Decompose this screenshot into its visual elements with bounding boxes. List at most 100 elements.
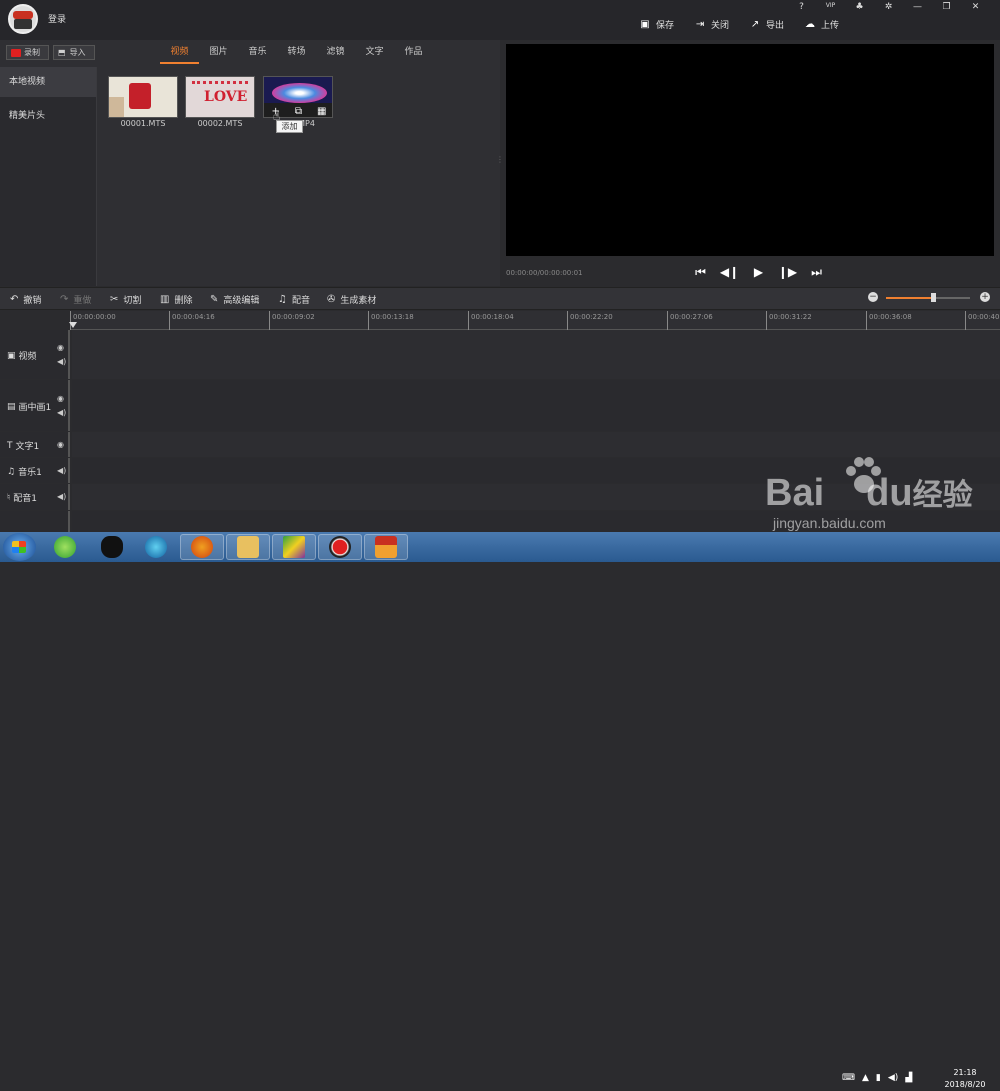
track-name: 视频 <box>18 352 37 362</box>
start-button[interactable] <box>3 533 36 561</box>
ruler-tick: 00:00:18:04 <box>468 311 514 330</box>
taskbar-app-qq[interactable] <box>90 534 134 560</box>
taskbar-app-firefox[interactable] <box>180 534 224 560</box>
network-icon[interactable]: ▟ <box>905 1073 912 1083</box>
zoom-fill <box>886 297 934 299</box>
save-button[interactable]: ▣ 保存 <box>640 18 674 31</box>
track-name: 配音1 <box>13 494 37 504</box>
step-forward-icon[interactable]: ❙▶ <box>773 265 802 280</box>
zoom-out-icon[interactable]: − <box>868 292 878 302</box>
volume-icon[interactable]: ◀) <box>57 492 66 501</box>
help-icon[interactable]: ? <box>787 2 816 14</box>
library-tabs: 视频 图片 音乐 转场 滤镜 文字 作品 <box>160 44 433 64</box>
eye-icon[interactable]: ◉ <box>57 343 64 352</box>
taskbar-app-editor[interactable] <box>364 534 408 560</box>
undo-label: 撤销 <box>23 296 42 306</box>
restore-icon[interactable]: ❐ <box>932 2 961 14</box>
app-window: 登录 ? VIP ♣ ✲ — ❐ ✕ ▣ 保存 ⇥ 关闭 ↗ 导出 ☁ 上传 录制 ⬒ 导… <box>0 0 1000 532</box>
cloud-upload-icon: ☁ <box>805 18 816 30</box>
media-thumb[interactable]: LOVE <box>185 76 255 118</box>
avatar[interactable] <box>8 4 38 34</box>
zoom-slider[interactable]: − + <box>868 292 990 304</box>
upload-button[interactable]: ☁ 上传 <box>805 18 839 31</box>
delete-icon[interactable]: ▦ <box>317 106 326 117</box>
battery-icon[interactable]: ▮ <box>876 1073 881 1083</box>
eye-icon[interactable]: ◉ <box>57 440 64 449</box>
sidebar-item-local-video[interactable]: 本地视频 <box>0 67 96 97</box>
zoom-in-icon[interactable]: + <box>980 292 990 302</box>
upload-label: 上传 <box>821 21 840 31</box>
system-tray: ⌨ ▲ ▮ ◀) ▟ <box>842 1073 912 1083</box>
splitter-handle[interactable]: ⋮ <box>496 155 504 164</box>
gear-icon[interactable]: ✲ <box>874 2 903 14</box>
delete-button[interactable]: ▥ 删除 <box>160 293 192 306</box>
save-icon: ▣ <box>640 18 650 30</box>
undo-button[interactable]: ↶ 撤销 <box>10 293 41 306</box>
taskbar-app-explorer[interactable] <box>226 534 270 560</box>
play-icon[interactable]: ▶ <box>744 265 773 280</box>
taskbar: ⌨ ▲ ▮ ◀) ▟ 21:18 2018/8/20 <box>0 532 1000 1089</box>
import-button[interactable]: ⬒ 导入 <box>53 45 95 60</box>
tab-text[interactable]: 文字 <box>355 44 394 64</box>
taskbar-app-recorder[interactable] <box>318 534 362 560</box>
preview-time: 00:00:00/00:00:00:01 <box>506 269 583 277</box>
tab-transition[interactable]: 转场 <box>277 44 316 64</box>
redo-button[interactable]: ↷ 重做 <box>60 293 91 306</box>
ruler-tick: 00:00:22:20 <box>567 311 613 330</box>
zoom-knob[interactable] <box>931 293 937 302</box>
export-button[interactable]: ↗ 导出 <box>750 18 784 31</box>
clock[interactable]: 21:18 2018/8/20 <box>936 1067 994 1091</box>
advanced-edit-button[interactable]: ✎ 高级编辑 <box>210 293 259 306</box>
media-name: 00001.MTS <box>120 119 166 128</box>
save-label: 保存 <box>656 21 675 31</box>
sidebar-item-intros[interactable]: 精美片头 <box>0 101 96 131</box>
time-ruler[interactable]: 00:00:00:00 00:00:04:16 00:00:09:02 00:0… <box>70 311 1000 330</box>
taskbar-app-video[interactable] <box>272 534 316 560</box>
generate-button[interactable]: ✇ 生成素材 <box>327 293 376 306</box>
dub-button[interactable]: ♫ 配音 <box>278 293 310 306</box>
track-body[interactable] <box>72 432 1000 457</box>
volume-icon[interactable]: ◀) <box>57 466 66 475</box>
login-link[interactable]: 登录 <box>48 12 66 25</box>
record-button[interactable]: 录制 <box>6 45 49 60</box>
step-back-icon[interactable]: ◀❙ <box>715 265 744 280</box>
exit-icon: ⇥ <box>695 18 705 30</box>
tab-filter[interactable]: 滤镜 <box>316 44 355 64</box>
title-bar: 登录 ? VIP ♣ ✲ — ❐ ✕ ▣ 保存 ⇥ 关闭 ↗ 导出 ☁ 上传 <box>0 0 1000 40</box>
record-icon <box>11 48 21 57</box>
skip-start-icon[interactable]: ⏮ <box>686 265 715 280</box>
ruler-tick: 00:00:31:22 <box>766 311 812 330</box>
taskbar-app-player[interactable] <box>134 534 178 560</box>
cut-button[interactable]: ✂ 切割 <box>110 293 141 306</box>
ruler-tick: 00:00:36:08 <box>866 311 912 330</box>
track-label: ▤ 画中画1 <box>7 400 51 414</box>
watermark-cn: 经验 <box>912 479 973 512</box>
skip-end-icon[interactable]: ⏭ <box>802 265 831 280</box>
taskbar-app-360[interactable] <box>43 534 87 560</box>
vip-icon[interactable]: VIP <box>816 2 845 14</box>
close-button[interactable]: ⇥ 关闭 <box>695 18 729 31</box>
tab-video[interactable]: 视频 <box>160 44 199 64</box>
close-icon[interactable]: ✕ <box>961 2 990 14</box>
pip-icon: ▤ <box>7 401 16 412</box>
track-body[interactable] <box>72 380 1000 431</box>
tab-image[interactable]: 图片 <box>199 44 238 64</box>
ruler-tick: 00:00:04:16 <box>169 311 215 330</box>
volume-icon[interactable]: ◀) <box>57 408 66 417</box>
minimize-icon[interactable]: — <box>903 2 932 14</box>
volume-icon[interactable]: ◀) <box>57 357 66 366</box>
eye-icon[interactable]: ◉ <box>57 394 64 403</box>
media-thumb[interactable] <box>108 76 178 118</box>
tab-music[interactable]: 音乐 <box>238 44 277 64</box>
pip-add-icon[interactable]: ⧉ <box>295 106 302 117</box>
ruler-tick: 00:00:09:02 <box>269 311 315 330</box>
arrow-up-icon[interactable]: ▲ <box>862 1073 869 1083</box>
tab-works[interactable]: 作品 <box>394 44 433 64</box>
clock-time: 21:18 <box>953 1068 977 1077</box>
bell-icon[interactable]: ♣ <box>845 2 874 14</box>
volume-icon[interactable]: ◀) <box>888 1073 898 1083</box>
keyboard-icon[interactable]: ⌨ <box>842 1073 855 1083</box>
track-body[interactable] <box>72 330 1000 379</box>
export-icon: ↗ <box>750 18 760 30</box>
playhead[interactable] <box>69 322 77 328</box>
